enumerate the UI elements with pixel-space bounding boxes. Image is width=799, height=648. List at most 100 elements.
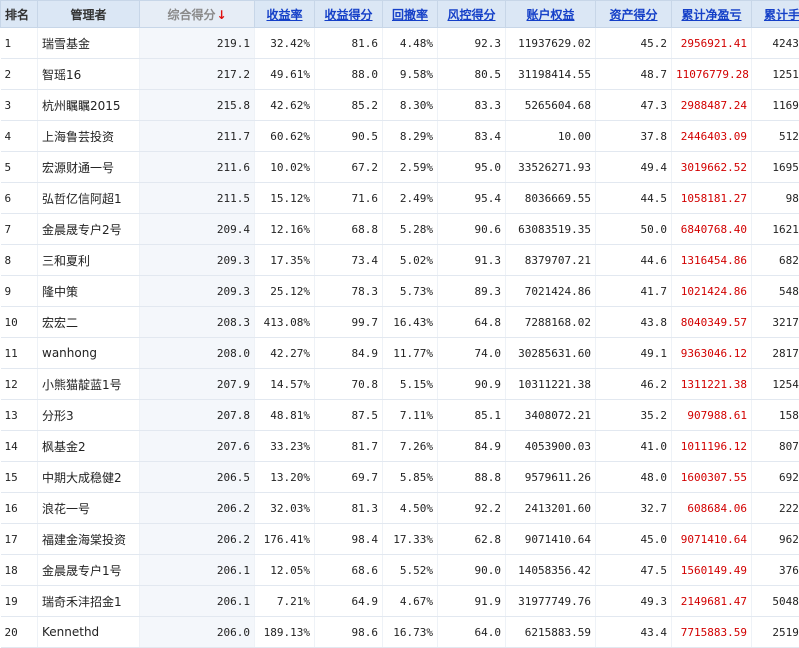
cell-rank: 6 bbox=[1, 183, 38, 214]
cell-asset-score: 47.3 bbox=[596, 90, 672, 121]
cell-total-score: 215.8 bbox=[140, 90, 255, 121]
table-row: 19瑞奇禾沣招金1206.17.21%64.94.67%91.931977749… bbox=[1, 586, 799, 617]
cell-manager: 上海鲁芸投资 bbox=[38, 121, 140, 152]
header-net-pnl[interactable]: 累计净盈亏 bbox=[672, 1, 752, 28]
header-return-score[interactable]: 收益得分 bbox=[315, 1, 383, 28]
cell-risk-score: 83.4 bbox=[438, 121, 506, 152]
cell-manager: 智瑶16 bbox=[38, 59, 140, 90]
cell-total-score: 208.3 bbox=[140, 307, 255, 338]
cell-total-score: 211.5 bbox=[140, 183, 255, 214]
cell-return-score: 68.8 bbox=[315, 214, 383, 245]
cell-total-score: 207.6 bbox=[140, 431, 255, 462]
cell-equity: 33526271.93 bbox=[506, 152, 596, 183]
cell-fees: 251996.41 bbox=[752, 617, 799, 648]
cell-total-score: 206.2 bbox=[140, 524, 255, 555]
cell-fees: 54851.07 bbox=[752, 276, 799, 307]
cell-fees: 424313.59 bbox=[752, 28, 799, 59]
cell-risk-score: 74.0 bbox=[438, 338, 506, 369]
cell-risk-score: 85.1 bbox=[438, 400, 506, 431]
header-equity[interactable]: 账户权益 bbox=[506, 1, 596, 28]
cell-drawdown: 4.50% bbox=[383, 493, 438, 524]
cell-total-score: 207.9 bbox=[140, 369, 255, 400]
cell-drawdown: 9.58% bbox=[383, 59, 438, 90]
cell-fees: 15801.39 bbox=[752, 400, 799, 431]
cell-risk-score: 95.0 bbox=[438, 152, 506, 183]
cell-rank: 17 bbox=[1, 524, 38, 555]
cell-fees: 69227.45 bbox=[752, 462, 799, 493]
cell-equity: 31198414.55 bbox=[506, 59, 596, 90]
cell-risk-score: 90.9 bbox=[438, 369, 506, 400]
cell-risk-score: 88.8 bbox=[438, 462, 506, 493]
cell-drawdown: 2.59% bbox=[383, 152, 438, 183]
cell-equity: 8036669.55 bbox=[506, 183, 596, 214]
cell-return-rate: 189.13% bbox=[255, 617, 315, 648]
cell-net-pnl: 2446403.09 bbox=[672, 121, 752, 152]
table-row: 6弘哲亿信阿超1211.515.12%71.62.49%95.48036669.… bbox=[1, 183, 799, 214]
cell-fees: 22215.94 bbox=[752, 493, 799, 524]
cell-return-rate: 14.57% bbox=[255, 369, 315, 400]
cell-drawdown: 5.73% bbox=[383, 276, 438, 307]
cell-drawdown: 5.02% bbox=[383, 245, 438, 276]
cell-net-pnl: 1058181.27 bbox=[672, 183, 752, 214]
header-total-score[interactable]: 综合得分↓ bbox=[140, 1, 255, 28]
cell-asset-score: 41.7 bbox=[596, 276, 672, 307]
cell-asset-score: 49.3 bbox=[596, 586, 672, 617]
cell-manager: wanhong bbox=[38, 338, 140, 369]
cell-equity: 63083519.35 bbox=[506, 214, 596, 245]
cell-manager: 小熊猫靛蓝1号 bbox=[38, 369, 140, 400]
header-return-rate[interactable]: 收益率 bbox=[255, 1, 315, 28]
cell-drawdown: 7.26% bbox=[383, 431, 438, 462]
cell-rank: 12 bbox=[1, 369, 38, 400]
cell-equity: 31977749.76 bbox=[506, 586, 596, 617]
header-drawdown[interactable]: 回撤率 bbox=[383, 1, 438, 28]
cell-equity: 10.00 bbox=[506, 121, 596, 152]
cell-return-rate: 32.42% bbox=[255, 28, 315, 59]
table-row: 5宏源财通一号211.610.02%67.22.59%95.033526271.… bbox=[1, 152, 799, 183]
cell-drawdown: 8.30% bbox=[383, 90, 438, 121]
table-row: 17福建金海棠投资206.2176.41%98.417.33%62.890714… bbox=[1, 524, 799, 555]
table-row: 11wanhong208.042.27%84.911.77%74.0302856… bbox=[1, 338, 799, 369]
header-risk-score[interactable]: 风控得分 bbox=[438, 1, 506, 28]
cell-drawdown: 17.33% bbox=[383, 524, 438, 555]
cell-return-score: 81.7 bbox=[315, 431, 383, 462]
cell-asset-score: 46.2 bbox=[596, 369, 672, 400]
cell-total-score: 209.4 bbox=[140, 214, 255, 245]
cell-return-score: 98.6 bbox=[315, 617, 383, 648]
cell-rank: 3 bbox=[1, 90, 38, 121]
cell-return-score: 81.3 bbox=[315, 493, 383, 524]
cell-manager: 枫基金2 bbox=[38, 431, 140, 462]
cell-drawdown: 5.85% bbox=[383, 462, 438, 493]
cell-equity: 7021424.86 bbox=[506, 276, 596, 307]
cell-return-score: 70.8 bbox=[315, 369, 383, 400]
cell-asset-score: 44.5 bbox=[596, 183, 672, 214]
cell-drawdown: 11.77% bbox=[383, 338, 438, 369]
cell-risk-score: 80.5 bbox=[438, 59, 506, 90]
cell-total-score: 206.2 bbox=[140, 493, 255, 524]
cell-fees: 9836.73 bbox=[752, 183, 799, 214]
cell-net-pnl: 608684.06 bbox=[672, 493, 752, 524]
cell-total-score: 206.0 bbox=[140, 617, 255, 648]
cell-manager: 金晨晟专户1号 bbox=[38, 555, 140, 586]
cell-net-pnl: 1600307.55 bbox=[672, 462, 752, 493]
cell-total-score: 209.3 bbox=[140, 245, 255, 276]
cell-manager: 福建金海棠投资 bbox=[38, 524, 140, 555]
cell-return-rate: 13.20% bbox=[255, 462, 315, 493]
cell-rank: 18 bbox=[1, 555, 38, 586]
cell-return-score: 64.9 bbox=[315, 586, 383, 617]
cell-net-pnl: 6840768.40 bbox=[672, 214, 752, 245]
cell-risk-score: 84.9 bbox=[438, 431, 506, 462]
cell-equity: 10311221.38 bbox=[506, 369, 596, 400]
cell-equity: 7288168.02 bbox=[506, 307, 596, 338]
cell-net-pnl: 1011196.12 bbox=[672, 431, 752, 462]
cell-return-rate: 42.27% bbox=[255, 338, 315, 369]
table-body: 1瑞雪基金219.132.42%81.64.48%92.311937629.02… bbox=[1, 28, 799, 648]
header-fees[interactable]: 累计手续费 bbox=[752, 1, 799, 28]
cell-total-score: 211.6 bbox=[140, 152, 255, 183]
cell-equity: 9579611.26 bbox=[506, 462, 596, 493]
header-asset-score[interactable]: 资产得分 bbox=[596, 1, 672, 28]
cell-total-score: 219.1 bbox=[140, 28, 255, 59]
cell-equity: 9071410.64 bbox=[506, 524, 596, 555]
cell-asset-score: 35.2 bbox=[596, 400, 672, 431]
cell-return-score: 73.4 bbox=[315, 245, 383, 276]
cell-return-score: 88.0 bbox=[315, 59, 383, 90]
